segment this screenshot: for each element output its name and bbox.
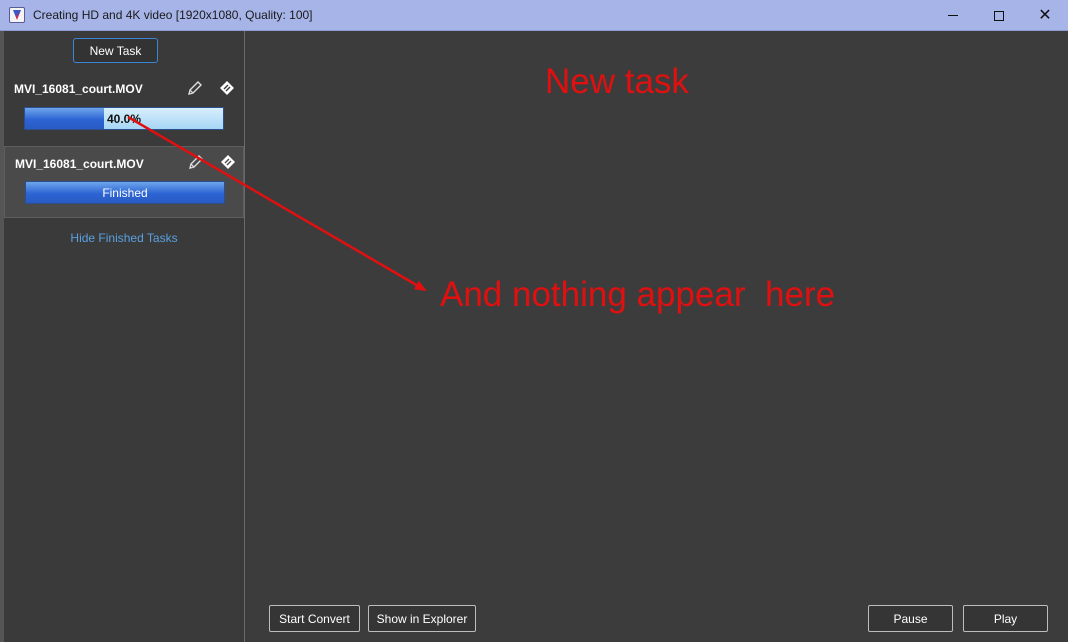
maximize-icon xyxy=(994,10,1004,21)
app-icon xyxy=(9,7,25,23)
close-button[interactable]: ✕ xyxy=(1022,0,1068,31)
task-item[interactable]: MVI_16081_court.MOV 40.0% xyxy=(4,71,244,141)
show-in-explorer-button[interactable]: Show in Explorer xyxy=(368,605,476,632)
annotation-nothing-appear: And nothing appear here xyxy=(440,275,836,314)
tag-icon[interactable] xyxy=(218,79,236,97)
minimize-button[interactable] xyxy=(930,0,976,31)
conversion-progress-bar: 40.0% xyxy=(24,107,224,130)
title-bar: Creating HD and 4K video [1920x1080, Qua… xyxy=(0,0,1068,31)
progress-label: Finished xyxy=(102,185,148,200)
conversion-progress-bar: Finished xyxy=(25,181,225,204)
play-button[interactable]: Play xyxy=(963,605,1048,632)
progress-label: 40.0% xyxy=(106,111,142,126)
maximize-button[interactable] xyxy=(976,0,1022,31)
pencil-icon[interactable] xyxy=(186,79,204,97)
task-name: MVI_16081_court.MOV xyxy=(15,157,144,171)
hide-finished-tasks-link[interactable]: Hide Finished Tasks xyxy=(4,231,244,245)
new-task-button[interactable]: New Task xyxy=(73,38,158,63)
annotation-new-task: New task xyxy=(545,62,689,101)
minimize-icon xyxy=(948,15,958,16)
task-item[interactable]: MVI_16081_court.MOV Finished xyxy=(4,146,244,218)
start-convert-button[interactable]: Start Convert xyxy=(269,605,360,632)
main-panel: Start Convert Show in Explorer Pause Pla… xyxy=(246,31,1068,642)
tag-icon[interactable] xyxy=(219,153,237,171)
close-icon: ✕ xyxy=(1038,6,1052,24)
pencil-icon[interactable] xyxy=(187,153,205,171)
window-title: Creating HD and 4K video [1920x1080, Qua… xyxy=(33,8,313,22)
task-sidebar: New Task MVI_16081_court.MOV 40.0% MVI_1… xyxy=(0,31,245,642)
task-name: MVI_16081_court.MOV xyxy=(14,82,143,96)
window-controls: ✕ xyxy=(930,0,1068,31)
pause-button[interactable]: Pause xyxy=(868,605,953,632)
